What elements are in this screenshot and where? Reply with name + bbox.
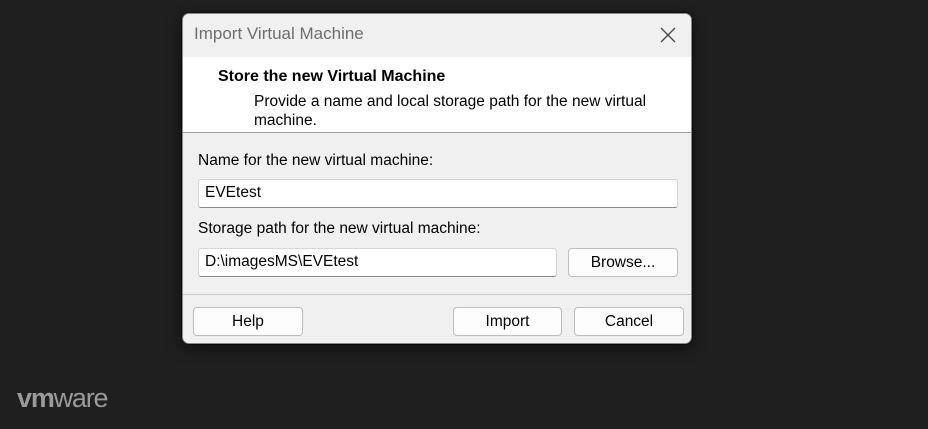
path-label: Storage path for the new virtual machine… [198, 220, 481, 237]
close-button[interactable] [645, 14, 691, 55]
close-icon [660, 27, 676, 42]
storage-path-input[interactable]: D:\imagesMS\EVEtest [198, 248, 557, 277]
dialog-header-panel: Store the new Virtual Machine Provide a … [183, 57, 691, 133]
dialog-title: Import Virtual Machine [194, 24, 364, 43]
logo-vm: vm [17, 383, 55, 413]
name-label: Name for the new virtual machine: [198, 152, 434, 169]
header-description: Provide a name and local storage path fo… [254, 93, 647, 129]
logo-ware: ware [53, 383, 109, 413]
import-button[interactable]: Import [453, 307, 562, 336]
browse-button[interactable]: Browse... [568, 248, 678, 277]
vmware-logo: vmware [17, 383, 109, 414]
footer-divider [183, 294, 691, 295]
header-title: Store the new Virtual Machine [218, 68, 446, 85]
vm-name-input[interactable]: EVEtest [198, 179, 678, 208]
help-button[interactable]: Help [193, 307, 303, 336]
import-vm-dialog: Import Virtual Machine Store the new Vir… [182, 13, 692, 344]
cancel-button[interactable]: Cancel [574, 307, 684, 336]
dialog-titlebar: Import Virtual Machine [183, 14, 691, 57]
